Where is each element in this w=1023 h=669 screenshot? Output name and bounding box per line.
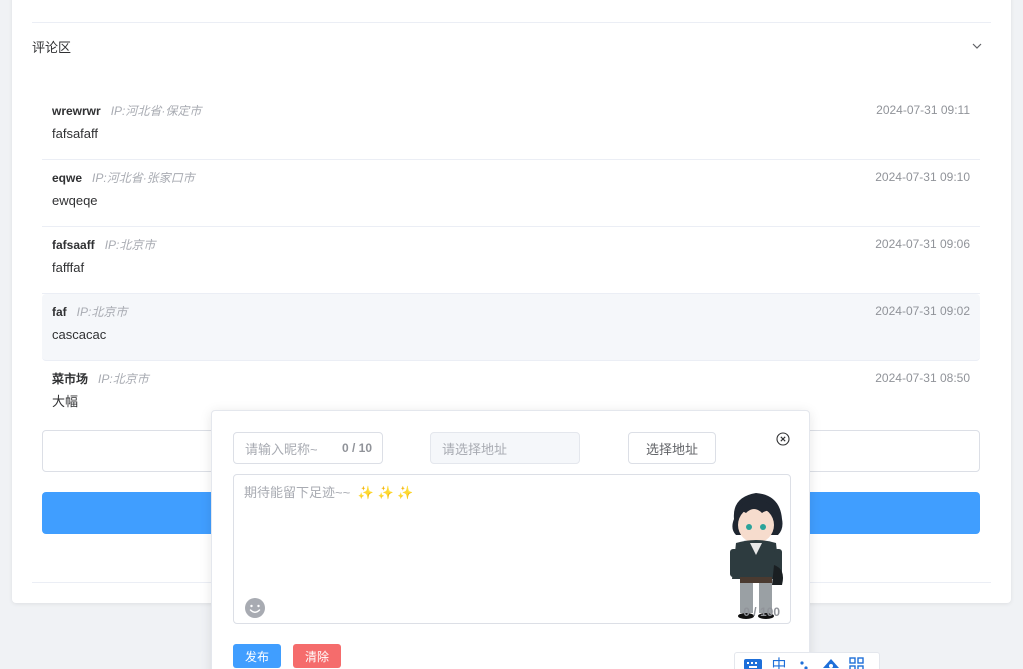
anime-character-image: [730, 493, 783, 619]
comment-form-popup: 请输入昵称~ 0 / 10 请选择地址 选择地址 期待能留下足迹~~ ✨ ✨ ✨: [211, 410, 810, 669]
comment-time: 2024-07-31 09:02: [875, 304, 970, 318]
comment-ip: IP:北京市: [98, 372, 149, 386]
keyboard-icon[interactable]: [743, 656, 763, 669]
chevron-down-icon[interactable]: [971, 40, 983, 52]
comment-ip: IP:北京市: [104, 238, 156, 252]
comment-author: fafsaaff: [52, 238, 95, 252]
comment-author: wrewrwr: [52, 104, 101, 118]
comment-section-header[interactable]: 评论区: [32, 23, 991, 69]
comment-ip: IP:河北省·张家口市: [92, 171, 195, 185]
content-textarea[interactable]: 期待能留下足迹~~ ✨ ✨ ✨ 0 / 100: [233, 474, 791, 624]
comment-list: wrewrwr IP:河北省·保定市 2024-07-31 09:11 fafs…: [42, 93, 980, 428]
comment-item: faf IP:北京市 2024-07-31 09:02 cascacac: [42, 294, 980, 361]
comment-text: 大幅: [52, 394, 79, 409]
publish-button[interactable]: 发布: [233, 644, 281, 668]
skin-icon[interactable]: [821, 656, 841, 669]
comment-time: 2024-07-31 08:50: [875, 371, 970, 385]
nickname-count: 0 / 10: [341, 441, 372, 455]
comment-text: fafsafaff: [52, 126, 99, 141]
comment-time: 2024-07-31 09:06: [875, 237, 970, 251]
content-placeholder: 期待能留下足迹~~ ✨ ✨ ✨: [244, 482, 414, 501]
grid-icon[interactable]: [847, 656, 867, 669]
comment-ip: IP:北京市: [76, 305, 128, 319]
comment-text: ewqeqe: [52, 193, 98, 208]
ime-mode-label[interactable]: 中: [769, 656, 789, 669]
content-placeholder-text: 期待能留下足迹~~: [244, 485, 351, 500]
punctuation-icon[interactable]: [795, 656, 815, 669]
comment-text: cascacac: [52, 327, 107, 342]
emoji-icon[interactable]: [244, 597, 266, 619]
comment-author: 菜市场: [52, 372, 89, 386]
close-icon[interactable]: [776, 432, 790, 446]
comment-time: 2024-07-31 09:10: [875, 170, 970, 184]
comment-time: 2024-07-31 09:11: [876, 103, 970, 117]
comment-item: eqwe IP:河北省·张家口市 2024-07-31 09:10 ewqeqe: [42, 160, 980, 227]
comment-author: faf: [52, 305, 67, 319]
comment-ip: IP:河北省·保定市: [110, 104, 202, 118]
clear-button[interactable]: 清除: [293, 644, 341, 668]
nickname-placeholder: 请输入昵称~: [245, 441, 318, 457]
nickname-input[interactable]: 请输入昵称~ 0 / 10: [233, 432, 383, 464]
comment-item: fafsaaff IP:北京市 2024-07-31 09:06 fafffaf: [42, 227, 980, 294]
ime-toolbar: 中: [734, 652, 880, 669]
content-count: 0 / 100: [743, 605, 780, 619]
comment-author: eqwe: [52, 171, 83, 185]
comment-text: fafffaf: [52, 260, 85, 275]
address-input[interactable]: 请选择地址: [430, 432, 580, 464]
choose-address-button[interactable]: 选择地址: [628, 432, 716, 464]
sparkle-emojis: ✨ ✨ ✨: [357, 485, 414, 500]
address-placeholder: 请选择地址: [442, 441, 508, 457]
section-title: 评论区: [32, 39, 72, 55]
comment-item: wrewrwr IP:河北省·保定市 2024-07-31 09:11 fafs…: [42, 93, 980, 160]
